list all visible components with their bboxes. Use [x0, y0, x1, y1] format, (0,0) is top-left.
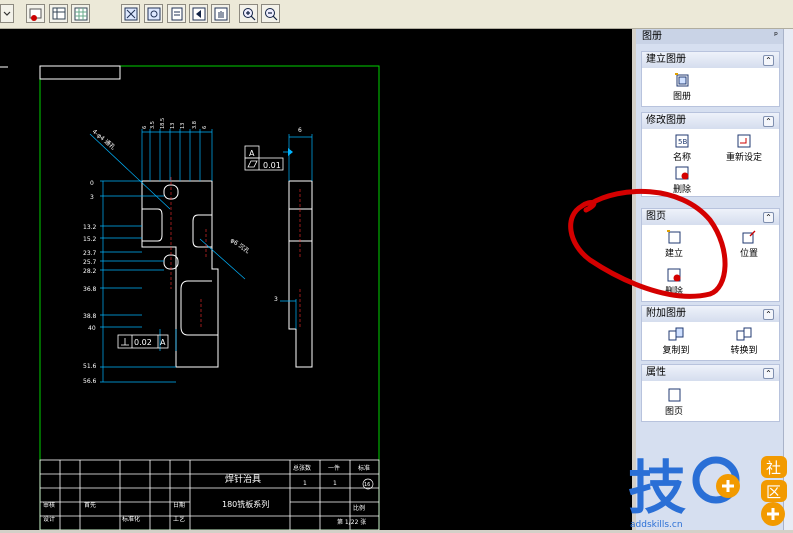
- tb-qty-label: 一件: [328, 464, 340, 472]
- group-properties: 属性 ⌃ 图页: [641, 364, 780, 422]
- site-watermark: 技 社 区 addskills.cn: [628, 448, 793, 530]
- tb-process: 工艺: [173, 515, 185, 523]
- svg-text:25.7: 25.7: [83, 259, 97, 266]
- perp-tolerance: 0.02: [134, 338, 152, 347]
- album-button[interactable]: 图册: [652, 72, 712, 102]
- zoom-extents-icon[interactable]: [144, 4, 163, 23]
- svg-text:3: 3: [90, 194, 94, 201]
- svg-text:6: 6: [142, 126, 148, 129]
- collapse-icon[interactable]: ⌃: [763, 212, 774, 223]
- group-header: 属性: [646, 367, 666, 378]
- table-plus-icon[interactable]: [49, 4, 68, 23]
- pin-icon[interactable]: ᵖ: [774, 29, 778, 44]
- tb-circled: 16: [364, 482, 370, 488]
- svg-text:18.5: 18.5: [160, 118, 166, 129]
- copy-to-button[interactable]: 复制到: [646, 326, 706, 356]
- tb-approve: 审核: [43, 501, 55, 509]
- watermark-logo-char: 技: [628, 454, 686, 522]
- chevron-down-icon[interactable]: [0, 4, 14, 23]
- cad-drawing: 焊针治具 180铣板系列 总张数 一件 标准 1 1 16 比例 第 1/22 …: [0, 65, 380, 530]
- group-header: 修改图册: [646, 115, 686, 126]
- copy-to-icon: [668, 326, 684, 342]
- group-attach-album: 附加图册 ⌃ 复制到 转换到: [641, 305, 780, 361]
- group-header: 附加图册: [646, 308, 686, 319]
- panel-title: 图册 ᵖ: [636, 29, 783, 44]
- zoom-out-icon[interactable]: [261, 4, 280, 23]
- tb-sheet: 第 1/22 张: [337, 518, 366, 526]
- collapse-icon[interactable]: ⌃: [763, 368, 774, 379]
- prev-icon[interactable]: [189, 4, 208, 23]
- svg-text:15.2: 15.2: [83, 236, 97, 243]
- angled-note-holes: 4-φ4 通孔: [91, 127, 117, 151]
- perp-datum: A: [160, 338, 166, 347]
- angled-note-counterbore: φ6 沉孔: [229, 236, 251, 255]
- page-props-icon: [666, 387, 682, 403]
- svg-text:3.5: 3.5: [150, 121, 156, 129]
- svg-text:56.6: 56.6: [83, 378, 97, 385]
- watermark-tag1: 社: [766, 459, 781, 477]
- svg-text:51.6: 51.6: [83, 363, 97, 370]
- flatness-tolerance: 0.01: [263, 161, 281, 170]
- tb-qty1: 1: [303, 480, 307, 487]
- side-dim-top: 6: [298, 127, 302, 134]
- tb-designer: 首先: [84, 501, 96, 509]
- top-dim-labels: 6 3.5 18.5 13 13 3.8 6: [142, 118, 208, 129]
- position-icon: [741, 229, 757, 245]
- title-product: 焊针治具: [225, 473, 261, 485]
- side-dim-3: 3: [274, 296, 278, 303]
- svg-text:40: 40: [88, 325, 96, 332]
- svg-text:23.7: 23.7: [83, 250, 97, 257]
- left-dim-labels: 0 3 13.2 15.2 23.7 25.7 28.2 36.8 38.8 4…: [83, 180, 97, 385]
- datum-label: A: [249, 149, 255, 158]
- tb-scale-label: 比例: [353, 504, 365, 512]
- collapse-icon[interactable]: ⌃: [763, 309, 774, 320]
- tb-total-label: 总张数: [293, 464, 311, 472]
- front-view: [141, 180, 219, 368]
- convert-to-icon: [736, 326, 752, 342]
- zoom-in-icon[interactable]: [239, 4, 258, 23]
- drawing-canvas[interactable]: 焊针治具 180铣板系列 总张数 一件 标准 1 1 16 比例 第 1/22 …: [0, 29, 632, 530]
- svg-text:0: 0: [90, 180, 94, 187]
- side-view: [288, 180, 313, 368]
- tb-date: 日期: [173, 501, 185, 509]
- rename-icon: 5B: [674, 133, 690, 149]
- pan-hand-icon[interactable]: [211, 4, 230, 23]
- page-props-button[interactable]: 图页: [644, 387, 704, 417]
- svg-text:6: 6: [202, 126, 208, 129]
- svg-text:13.2: 13.2: [83, 224, 97, 231]
- rename-button[interactable]: 5B 名称: [652, 133, 712, 163]
- group-create-album: 建立图册 ⌃ 图册: [641, 51, 780, 107]
- group-header: 建立图册: [646, 54, 686, 65]
- new-album-icon: [674, 72, 690, 88]
- title-series: 180铣板系列: [222, 499, 269, 509]
- svg-text:36.8: 36.8: [83, 286, 97, 293]
- delete-album-icon: [674, 165, 690, 181]
- tb-standard: 标准化: [122, 515, 140, 523]
- reset-button[interactable]: 重新设定: [714, 133, 774, 163]
- reset-icon: [736, 133, 752, 149]
- svg-text:5B: 5B: [678, 138, 687, 146]
- page-icon[interactable]: [167, 4, 186, 23]
- watermark-tag2: 区: [766, 483, 781, 501]
- tb-rev-label: 标准: [358, 464, 370, 472]
- tb-qty2: 1: [333, 480, 337, 487]
- toolbar: [0, 0, 793, 29]
- tb-design: 设计: [43, 515, 55, 523]
- zoom-window-icon[interactable]: [121, 4, 140, 23]
- red-annotation-circle: [568, 188, 728, 299]
- svg-text:28.2: 28.2: [83, 268, 97, 275]
- svg-text:3.8: 3.8: [192, 121, 198, 129]
- pen-icon[interactable]: [26, 4, 45, 23]
- grid-icon[interactable]: [71, 4, 90, 23]
- panel-title-text: 图册: [642, 31, 662, 42]
- svg-text:38.8: 38.8: [83, 313, 97, 320]
- convert-to-button[interactable]: 转换到: [714, 326, 774, 356]
- collapse-icon[interactable]: ⌃: [763, 55, 774, 66]
- svg-text:13: 13: [180, 123, 186, 129]
- watermark-url: addskills.cn: [630, 520, 683, 530]
- collapse-icon[interactable]: ⌃: [763, 116, 774, 127]
- svg-text:13: 13: [170, 123, 176, 129]
